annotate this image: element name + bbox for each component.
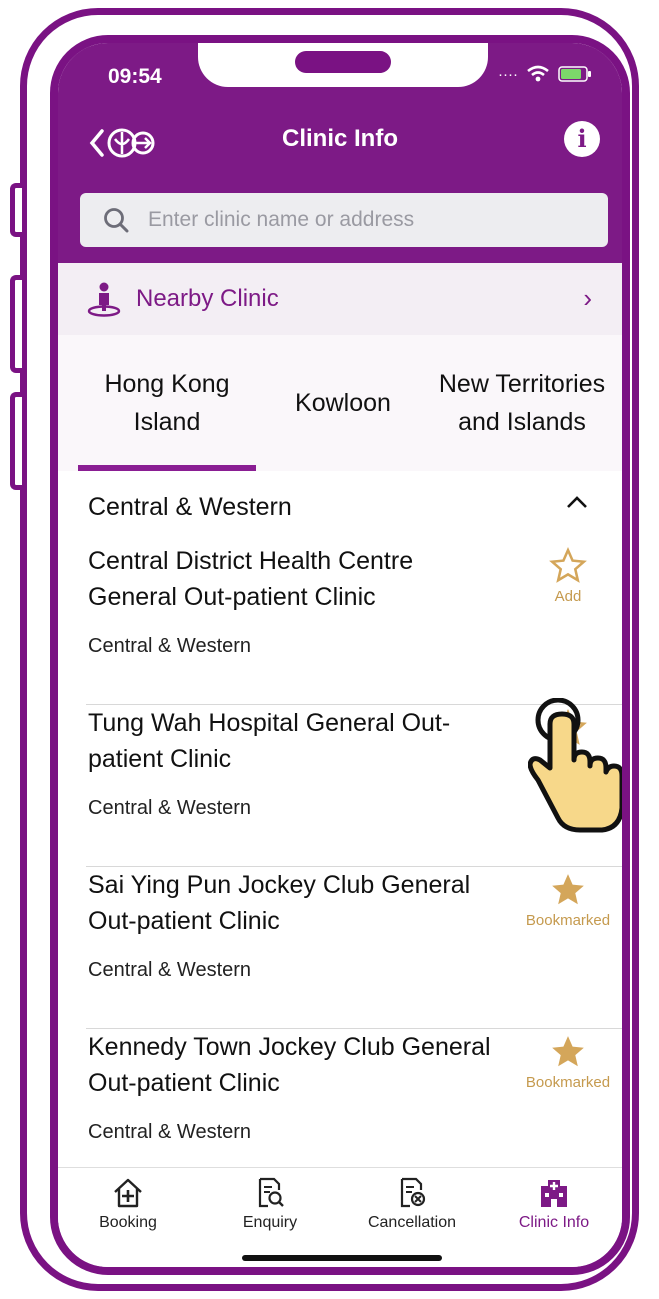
search-icon [104,208,129,233]
search-input[interactable] [146,207,590,233]
device-speaker [295,51,391,73]
chevron-up-shape [567,496,587,508]
district-header[interactable]: Central & Western [88,493,292,522]
tab-enquiry-label: Enquiry [242,1214,298,1231]
clinic-area: Central & Western [88,797,252,819]
battery-icon [558,66,591,82]
nearby-clinic-label: Nearby Clinic [136,285,279,312]
app-screen: 09:54 ···· Clinic Info i Enter clinic na… [58,43,622,1267]
clinic-area: Central & Western [88,635,252,657]
tab-booking-label: Booking [99,1214,157,1231]
list-item[interactable]: Sai Ying Pun Jockey Club General Out-pat… [58,867,622,1029]
chevron-right-icon: › [583,283,592,313]
house-plus-icon [114,1178,142,1208]
star-filled-icon [552,874,584,905]
list-item[interactable]: Kennedy Town Jockey Club General Out-pat… [58,1029,622,1167]
document-search-icon [258,1177,284,1208]
device-screen-frame: 09:54 ···· Clinic Info i Enter clinic na… [50,35,630,1275]
bookmark-label: Bookmarked [525,1074,611,1091]
tab-kowloon[interactable]: Kowloon [272,335,414,471]
tap-hand-icon [528,698,622,833]
tab-cancellation-label: Cancellation [367,1214,457,1231]
bookmark-label: Bookmarked [525,912,611,929]
clinic-name: Kennedy Town Jockey Club General Out-pat… [88,1033,491,1097]
signal-icon: ···· [498,65,518,83]
home-indicator [242,1255,442,1261]
search-bar[interactable] [80,193,608,247]
nearby-clinic-row[interactable]: Nearby Clinic › [58,263,622,335]
clinic-area: Central & Western [88,959,252,981]
clinic-name: Tung Wah Hospital General Out-patient Cl… [88,709,451,773]
chevron-up-icon[interactable] [566,489,588,515]
clinic-name: Sai Ying Pun Jockey Club General Out-pat… [88,871,471,935]
star-outline-icon [549,547,587,583]
star-filled-icon [552,1036,584,1067]
volume-up-button [10,275,22,373]
app-header: 09:54 ···· Clinic Info i Enter clinic na… [58,43,622,263]
tab-hong-kong-island[interactable]: Hong Kong Island [78,335,256,471]
list-item[interactable]: Central District Health Centre General O… [58,543,622,705]
person-location-icon [87,282,121,317]
page-title: Clinic Info [282,125,398,152]
bookmark-button[interactable]: Bookmarked [518,1033,618,1091]
clinic-area: Central & Western [88,1121,252,1143]
clinic-name: Central District Health Centre General O… [88,547,414,611]
tab-cancellation[interactable]: Cancellation [342,1176,482,1232]
document-cancel-icon [400,1177,426,1208]
mute-switch [10,183,22,237]
wifi-icon [527,65,549,82]
bottom-tab-bar: Booking Enquiry Cancellation Clinic Info [58,1167,622,1267]
tab-new-territories[interactable]: New Territories and Islands [424,335,620,471]
info-button[interactable]: i [564,121,600,157]
tab-enquiry[interactable]: Enquiry [200,1176,340,1232]
bookmark-button[interactable]: Add [518,547,618,605]
bookmark-label: Add [554,588,582,605]
volume-down-button [10,392,22,490]
status-indicators: ···· [498,65,592,83]
clinic-building-icon [541,1180,567,1207]
tab-clinic-info[interactable]: Clinic Info [484,1176,622,1232]
status-time: 09:54 [108,65,162,88]
tab-clinic-info-label: Clinic Info [518,1214,590,1231]
bookmark-button[interactable]: Bookmarked [518,871,618,929]
region-tabs: Hong Kong Island Kowloon New Territories… [58,335,622,471]
tab-booking[interactable]: Booking [58,1176,198,1232]
